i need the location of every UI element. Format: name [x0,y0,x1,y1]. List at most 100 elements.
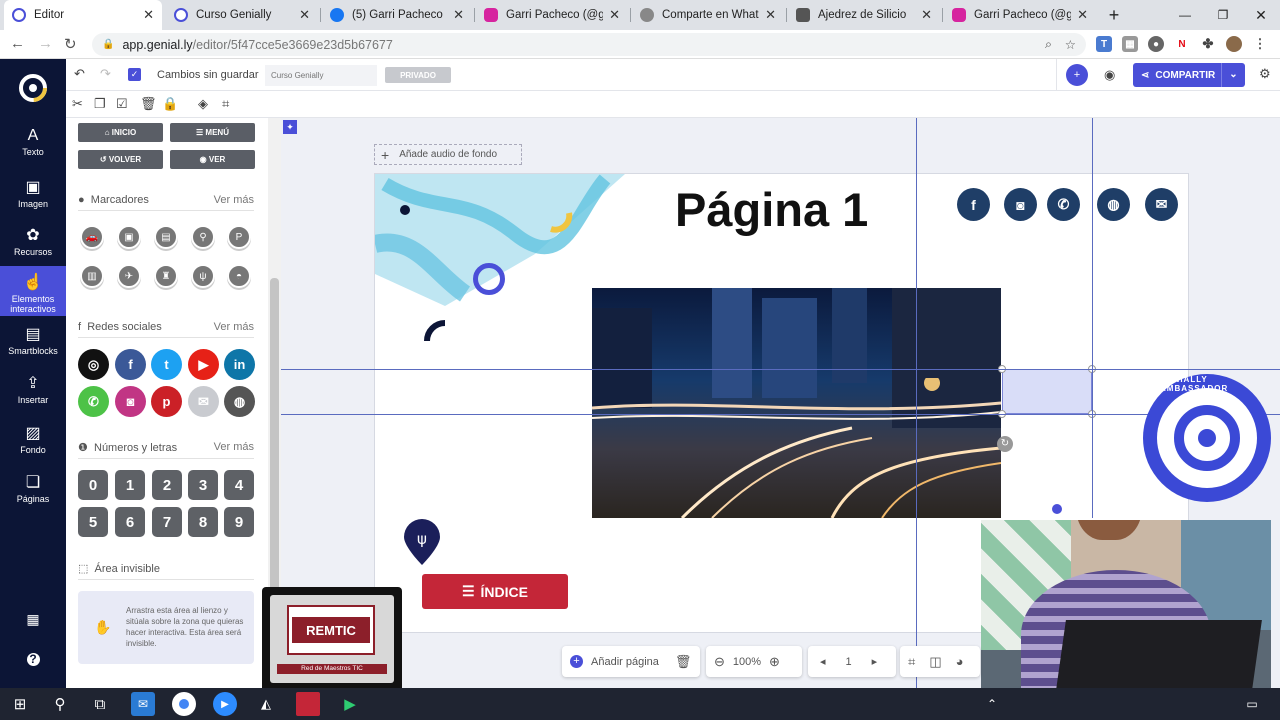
ver-button[interactable]: ◉ VER [170,150,255,169]
grid-extension-icon[interactable]: ▦ [1122,36,1138,52]
rail-imagen[interactable]: ▣ Imagen [0,177,66,209]
media-app-icon[interactable]: ▶ [338,692,362,716]
prev-page-icon[interactable]: ◂ [820,655,826,668]
rail-recursos[interactable]: ✿ Recursos [0,225,66,257]
volver-button[interactable]: ↺ VOLVER [78,150,163,169]
redo-icon[interactable]: ↷ [100,66,111,82]
city-night-image[interactable] [592,288,1001,518]
fit-screen-icon[interactable]: ⌗ [908,654,915,670]
number-0[interactable]: 0 [78,470,108,500]
marker-bus[interactable]: ▣ [117,225,143,253]
selected-invisible-area[interactable] [998,365,1096,418]
instagram-link-icon[interactable]: ◙ [1004,188,1037,221]
gift-icon[interactable]: ▦ [0,611,66,628]
add-audio-button[interactable]: + Añade audio de fondo [374,144,522,165]
whatsapp-social-icon[interactable]: ✆ [78,386,109,417]
marker-bus-2[interactable]: ▥ [80,264,106,292]
youtube-social-icon[interactable]: ▶ [188,349,219,380]
extensions-puzzle-icon[interactable]: ✤ [1200,36,1216,52]
close-tab-icon[interactable]: ✕ [143,7,154,23]
forward-icon[interactable]: → [38,35,53,52]
marker-train[interactable]: ▤ [154,225,180,253]
number-7[interactable]: 7 [152,507,182,537]
privacy-toggle[interactable]: PRIVADO [385,67,451,83]
tab-ajedrez[interactable]: Ajedrez de Silicio ✕ [788,0,940,30]
undo-icon[interactable]: ↶ [74,66,85,82]
genially-logo[interactable] [0,73,66,105]
new-tab-button[interactable]: + [1100,0,1128,30]
add-user-icon[interactable]: + [1066,64,1088,86]
close-tab-icon[interactable]: ✕ [1077,7,1088,23]
zoom-icon[interactable]: ⌕ [1045,37,1052,52]
search-icon[interactable]: ⚲ [48,692,72,716]
number-8[interactable]: 8 [188,507,218,537]
close-tab-icon[interactable]: ✕ [453,7,464,23]
numbers-see-more-link[interactable]: Ver más [214,441,254,454]
zoom-out-icon[interactable]: ⊖ [714,654,725,670]
tab-instagram[interactable]: Garri Pacheco (@garrip ✕ [476,0,628,30]
paste-icon[interactable]: ☑ [116,96,128,112]
twitter-social-icon[interactable]: t [151,349,182,380]
task-view-icon[interactable]: ⧉ [88,692,112,716]
web-social-icon[interactable]: ◍ [224,386,255,417]
close-tab-icon[interactable]: ✕ [921,7,932,23]
invisible-area-draggable[interactable]: ✋ Arrastra esta área al lienzo y sitúala… [78,591,254,664]
tab-instagram-2[interactable]: Garri Pacheco (@garrip ✕ [944,0,1096,30]
rail-paginas[interactable]: ❏ Páginas [0,472,66,504]
linkedin-social-icon[interactable]: in [224,349,255,380]
index-button[interactable]: ☰ ÍNDICE [422,574,568,609]
marker-restaurant[interactable]: ψ [191,264,217,292]
number-4[interactable]: 4 [224,470,254,500]
delete-page-icon[interactable]: 🗑 [675,654,692,670]
number-2[interactable]: 2 [152,470,182,500]
marker-plane[interactable]: ✈ [117,264,143,292]
rail-elementos-interactivos[interactable]: ☝ Elementos interactivos [0,266,66,316]
cut-icon[interactable]: ✂ [72,96,83,112]
delete-icon[interactable]: 🗑 [140,96,157,112]
add-page-button[interactable]: Añadir página [591,656,659,668]
number-3[interactable]: 3 [188,470,218,500]
page-title[interactable]: Página 1 [675,182,868,237]
facebook-link-icon[interactable]: f [957,188,990,221]
restaurant-marker-icon[interactable]: ψ [402,519,442,567]
marker-parking[interactable]: P [227,225,253,253]
project-title-input[interactable] [265,65,377,86]
markers-see-more-link[interactable]: Ver más [214,194,254,206]
help-icon[interactable]: ? [0,652,66,666]
marker-car[interactable]: 🚗 [80,225,106,253]
back-icon[interactable]: ← [10,35,25,52]
marker-bike[interactable]: ⚲ [191,225,217,253]
pinterest-social-icon[interactable]: p [151,386,182,417]
profile-avatar[interactable] [1226,36,1242,52]
instagram-social-icon[interactable]: ◙ [115,386,146,417]
settings-gear-icon[interactable]: ⚙ [1259,66,1271,82]
next-page-icon[interactable]: ▸ [872,655,878,668]
preview-eye-icon[interactable]: ◉ [1104,67,1115,83]
email-social-icon[interactable]: ✉ [188,386,219,417]
zoom-app-icon[interactable]: ▶ [213,692,237,716]
reload-icon[interactable]: ↻ [64,35,77,53]
share-button[interactable]: ⋖ COMPARTIR ⌄ [1133,63,1245,87]
lock-icon[interactable]: 🔒 [162,96,178,112]
inicio-button[interactable]: ⌂ INICIO [78,123,163,142]
save-check-icon[interactable]: ✓ [128,68,141,81]
mail-app-icon[interactable]: ✉ [131,692,155,716]
translate-extension-icon[interactable]: T [1096,36,1112,52]
web-link-icon[interactable]: ◍ [1097,188,1130,221]
rail-fondo[interactable]: ▨ Fondo [0,423,66,455]
pin-icon[interactable]: ✦ [283,120,297,134]
folder-app-icon[interactable] [296,692,320,716]
group-icon[interactable]: ⌗ [222,96,229,112]
rail-texto[interactable]: A Texto [0,127,66,157]
marker-shop[interactable]: ◓ [227,264,253,292]
zoom-in-icon[interactable]: ⊕ [769,654,780,670]
tab-whatsapp[interactable]: Comparte en WhatsApp ✕ [632,0,784,30]
menu-button[interactable]: ☰ MENÚ [170,123,255,142]
windows-start-icon[interactable]: ⊞ [8,692,32,716]
number-9[interactable]: 9 [224,507,254,537]
url-field[interactable]: 🔒 app.genial.ly/editor/5f47cce5e3669e23d… [92,33,1086,56]
bookmark-star-icon[interactable]: ☆ [1065,37,1076,52]
chrome-app-icon[interactable] [172,692,196,716]
whatsapp-link-icon[interactable]: ✆ [1047,188,1080,221]
palette-icon[interactable]: ◕ [956,654,964,669]
